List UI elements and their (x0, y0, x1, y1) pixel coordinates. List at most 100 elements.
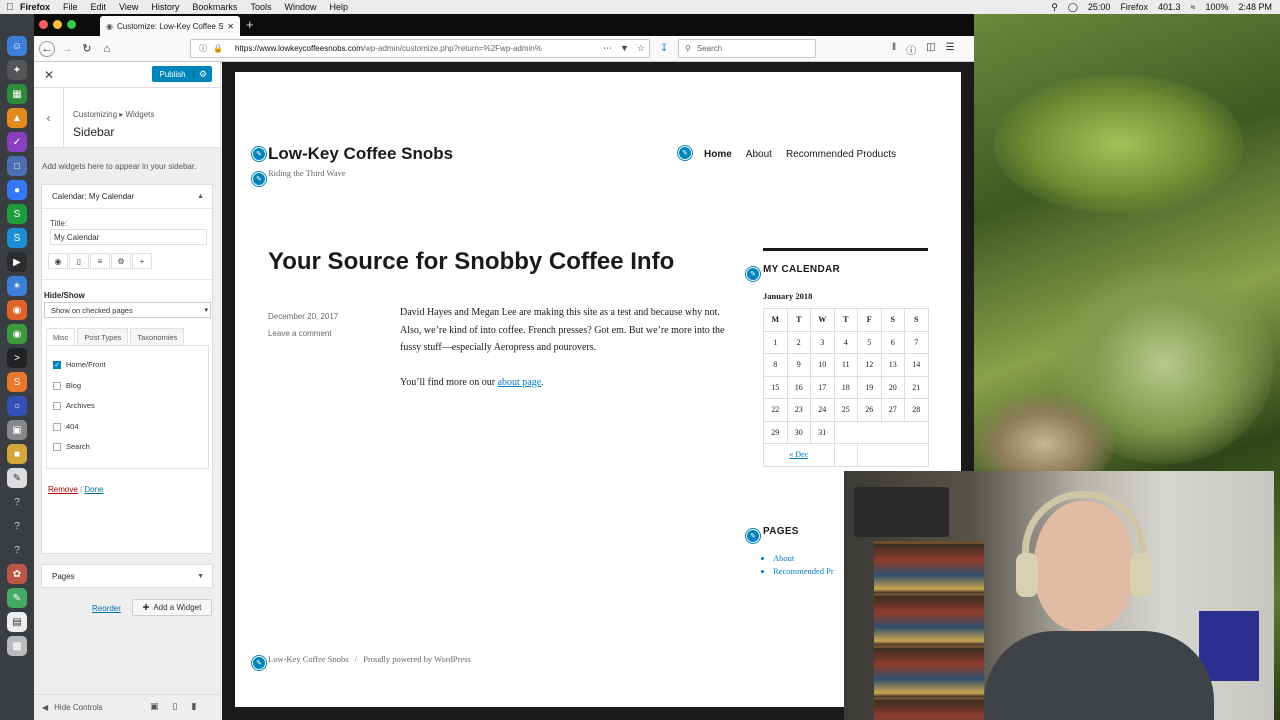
menu-edit[interactable]: Edit (91, 2, 107, 12)
app-icon-dark[interactable]: ▶ (7, 252, 27, 272)
align-icon[interactable]: ≡ (90, 253, 110, 269)
nav-recommended-products[interactable]: Recommended Products (786, 149, 896, 160)
bookmark-star-icon[interactable]: ☆ (637, 43, 645, 54)
tab-post-types[interactable]: Post Types (77, 328, 129, 346)
edit-pencil-icon[interactable]: ✎ (252, 656, 266, 670)
menu-window[interactable]: Window (284, 2, 316, 12)
battery-percent[interactable]: 100% (1205, 2, 1228, 12)
publish-button[interactable]: Publish ⚙ (152, 66, 212, 82)
minimize-window-button[interactable] (53, 20, 62, 29)
app-icon-s-green[interactable]: S (7, 204, 27, 224)
checkbox-unchecked[interactable] (53, 442, 61, 451)
menu-app-name[interactable]: Firefox (20, 2, 50, 12)
calendar-prev-link[interactable]: « Dec (789, 450, 808, 459)
page-actions-icon[interactable]: ⋯ (603, 43, 612, 54)
reader-icon[interactable]: ⓘ (906, 42, 916, 57)
vlc-icon[interactable]: ▲ (7, 108, 27, 128)
messages-icon[interactable]: ● (7, 180, 27, 200)
checkbox-archives[interactable]: Archives (53, 401, 95, 410)
hamburger-menu-icon[interactable]: ☰ (946, 42, 955, 57)
edit-pencil-icon[interactable]: ✎ (252, 172, 266, 186)
settings-gear-icon[interactable]: ⚙ (111, 253, 131, 269)
close-window-button[interactable] (39, 20, 48, 29)
sublime-icon[interactable]: S (7, 372, 27, 392)
app-icon-gold[interactable]: ■ (7, 444, 27, 464)
site-title[interactable]: Low-Key Coffee Snobs (268, 144, 453, 164)
widget-header[interactable]: Calendar: My Calendar ▲ (42, 185, 212, 209)
url-bar[interactable]: ⓘ 🔒 https://www.lowkeycoffeesnobs.com/wp… (190, 39, 650, 58)
edit-pencil-icon[interactable]: ✎ (252, 147, 266, 161)
tab-misc[interactable]: Misc (46, 328, 76, 346)
firefox-icon[interactable]: ◉ (7, 300, 27, 320)
app-icon-teal[interactable]: ✎ (7, 588, 27, 608)
edit-pencil-icon[interactable]: ✎ (746, 529, 760, 543)
page-link-about[interactable]: About (773, 552, 834, 565)
collapse-arrow-icon[interactable]: ▲ (197, 193, 204, 200)
terminal-icon[interactable]: > (7, 348, 27, 368)
new-tab-button[interactable]: + (246, 17, 254, 32)
checkbox-404[interactable]: 404 (53, 422, 79, 431)
menu-view[interactable]: View (119, 2, 138, 12)
checkbox-unchecked[interactable] (53, 401, 61, 410)
desktop-preview-icon[interactable]: ▣ (150, 701, 159, 712)
reorder-link[interactable]: Reorder (92, 604, 121, 613)
url-text[interactable]: https://www.lowkeycoffeesnobs.com/wp-adm… (235, 44, 585, 53)
textedit-icon[interactable]: ✎ (7, 468, 27, 488)
safari-icon[interactable]: ✶ (7, 276, 27, 296)
edit-pencil-icon[interactable]: ✎ (678, 146, 692, 160)
sidebar-icon[interactable]: ◫ (926, 42, 935, 57)
expand-arrow-icon[interactable]: ▼ (197, 573, 204, 580)
publish-settings-gear-icon[interactable]: ⚙ (194, 69, 212, 80)
done-link[interactable]: Done (84, 485, 103, 494)
back-button[interactable]: ← (39, 40, 55, 57)
app-icon-purple[interactable]: ✓ (7, 132, 27, 152)
apple-icon[interactable]:  (6, 2, 20, 13)
help-icon-3[interactable]: ? (7, 540, 27, 560)
close-customizer-icon[interactable]: ✕ (44, 68, 54, 82)
about-page-link[interactable]: about page (498, 377, 542, 388)
library-icon[interactable]: ‖ (892, 42, 896, 57)
trash-icon[interactable]: ▩ (7, 636, 27, 656)
app-icon-indigo[interactable]: ○ (7, 396, 27, 416)
skype-icon[interactable]: S (7, 228, 27, 248)
close-tab-icon[interactable]: ✕ (227, 22, 234, 31)
device-icon[interactable]: ▯ (69, 253, 89, 269)
menu-history[interactable]: History (151, 2, 179, 12)
checkbox-checked[interactable]: ✓ (53, 360, 61, 369)
download-icon[interactable]: ↧ (660, 43, 668, 54)
pocket-icon[interactable]: ▼ (620, 43, 629, 54)
checkbox-blog[interactable]: Blog (53, 381, 81, 390)
checkbox-home-front[interactable]: ✓ Home/Front (53, 360, 106, 369)
add-widget-button[interactable]: ✚ Add a Widget (132, 599, 212, 616)
hide-show-select[interactable]: Show on checked pages ▾ (44, 302, 211, 318)
checkbox-unchecked[interactable] (53, 422, 61, 431)
tablet-preview-icon[interactable]: ▯ (173, 701, 178, 712)
mobile-preview-icon[interactable]: ▮ (191, 701, 196, 712)
reload-button[interactable]: ↻ (79, 41, 95, 57)
info-icon[interactable]: ⓘ (199, 43, 207, 54)
nav-home[interactable]: Home (704, 149, 732, 160)
menu-help[interactable]: Help (329, 2, 348, 12)
tab-customize[interactable]: ◉ Customize: Low-Key Coffee Sn ✕ (100, 16, 240, 36)
preview-icon[interactable]: ▣ (7, 420, 27, 440)
spotlight-icon[interactable]: ⚲ (1051, 2, 1058, 13)
zoom-window-button[interactable] (67, 20, 76, 29)
remove-link[interactable]: Remove (48, 485, 78, 494)
checkbox-unchecked[interactable] (53, 381, 61, 390)
leave-comment-link[interactable]: Leave a comment (268, 325, 338, 342)
title-input[interactable]: My Calendar (50, 229, 207, 245)
footer-powered-link[interactable]: Proudly powered by WordPress (363, 654, 471, 664)
hide-controls-button[interactable]: ◀ Hide Controls (42, 703, 103, 712)
app-icon-green[interactable]: ▦ (7, 84, 27, 104)
help-icon-1[interactable]: ? (7, 492, 27, 512)
back-chevron-icon[interactable]: ‹ (34, 88, 64, 148)
lock-icon[interactable]: 🔒 (213, 44, 223, 53)
chrome-icon[interactable]: ◉ (7, 324, 27, 344)
footer-site-link[interactable]: Low-Key Coffee Snobs (268, 654, 349, 664)
menu-file[interactable]: File (63, 2, 78, 12)
edit-pencil-icon[interactable]: ✎ (746, 267, 760, 281)
checkbox-search[interactable]: Search (53, 442, 90, 451)
menu-tools[interactable]: Tools (250, 2, 271, 12)
help-icon-2[interactable]: ? (7, 516, 27, 536)
nav-about[interactable]: About (746, 149, 772, 160)
